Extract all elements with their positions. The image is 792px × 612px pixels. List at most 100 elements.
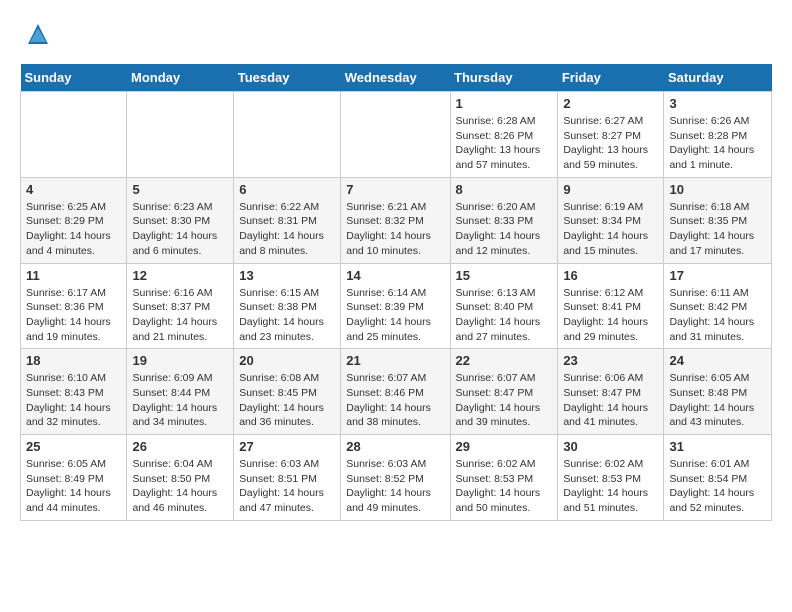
calendar-week-1: 1 Sunrise: 6:28 AM Sunset: 8:26 PM Daylig… <box>21 92 772 178</box>
day-info: Sunrise: 6:09 AM Sunset: 8:44 PM Dayligh… <box>132 371 228 430</box>
day-info: Sunrise: 6:02 AM Sunset: 8:53 PM Dayligh… <box>563 457 658 516</box>
day-number: 14 <box>346 268 444 283</box>
day-info: Sunrise: 6:05 AM Sunset: 8:48 PM Dayligh… <box>669 371 766 430</box>
calendar-cell: 31 Sunrise: 6:01 AM Sunset: 8:54 PM Dayli… <box>664 435 772 521</box>
calendar-cell: 21 Sunrise: 6:07 AM Sunset: 8:46 PM Dayli… <box>341 349 450 435</box>
day-number: 3 <box>669 96 766 111</box>
calendar-cell: 6 Sunrise: 6:22 AM Sunset: 8:31 PM Daylig… <box>234 177 341 263</box>
calendar-cell: 25 Sunrise: 6:05 AM Sunset: 8:49 PM Dayli… <box>21 435 127 521</box>
day-number: 18 <box>26 353 121 368</box>
day-number: 7 <box>346 182 444 197</box>
calendar-cell: 12 Sunrise: 6:16 AM Sunset: 8:37 PM Dayli… <box>127 263 234 349</box>
calendar-cell <box>127 92 234 178</box>
calendar-cell: 20 Sunrise: 6:08 AM Sunset: 8:45 PM Dayli… <box>234 349 341 435</box>
calendar-cell: 23 Sunrise: 6:06 AM Sunset: 8:47 PM Dayli… <box>558 349 664 435</box>
day-number: 22 <box>456 353 553 368</box>
day-number: 27 <box>239 439 335 454</box>
calendar-cell: 1 Sunrise: 6:28 AM Sunset: 8:26 PM Daylig… <box>450 92 558 178</box>
calendar-cell: 22 Sunrise: 6:07 AM Sunset: 8:47 PM Dayli… <box>450 349 558 435</box>
calendar-cell: 14 Sunrise: 6:14 AM Sunset: 8:39 PM Dayli… <box>341 263 450 349</box>
day-number: 6 <box>239 182 335 197</box>
calendar-cell: 17Sunrise: 6:11 AM Sunset: 8:42 PM Dayli… <box>664 263 772 349</box>
day-info: Sunrise: 6:13 AM Sunset: 8:40 PM Dayligh… <box>456 286 553 345</box>
day-info: Sunrise: 6:03 AM Sunset: 8:51 PM Dayligh… <box>239 457 335 516</box>
day-info: Sunrise: 6:10 AM Sunset: 8:43 PM Dayligh… <box>26 371 121 430</box>
calendar-cell: 7 Sunrise: 6:21 AM Sunset: 8:32 PM Daylig… <box>341 177 450 263</box>
calendar-cell: 30 Sunrise: 6:02 AM Sunset: 8:53 PM Dayli… <box>558 435 664 521</box>
calendar-cell: 4 Sunrise: 6:25 AM Sunset: 8:29 PM Daylig… <box>21 177 127 263</box>
day-number: 16 <box>563 268 658 283</box>
calendar-cell: 13Sunrise: 6:15 AM Sunset: 8:38 PM Dayli… <box>234 263 341 349</box>
calendar-week-5: 25 Sunrise: 6:05 AM Sunset: 8:49 PM Dayli… <box>21 435 772 521</box>
day-info: Sunrise: 6:17 AM Sunset: 8:36 PM Dayligh… <box>26 286 121 345</box>
day-info: Sunrise: 6:07 AM Sunset: 8:47 PM Dayligh… <box>456 371 553 430</box>
day-number: 30 <box>563 439 658 454</box>
day-number: 21 <box>346 353 444 368</box>
calendar-cell <box>341 92 450 178</box>
weekday-header-saturday: Saturday <box>664 64 772 92</box>
day-info: Sunrise: 6:23 AM Sunset: 8:30 PM Dayligh… <box>132 200 228 259</box>
day-number: 31 <box>669 439 766 454</box>
calendar-cell: 9 Sunrise: 6:19 AM Sunset: 8:34 PM Daylig… <box>558 177 664 263</box>
calendar-cell <box>234 92 341 178</box>
day-info: Sunrise: 6:26 AM Sunset: 8:28 PM Dayligh… <box>669 114 766 173</box>
day-info: Sunrise: 6:21 AM Sunset: 8:32 PM Dayligh… <box>346 200 444 259</box>
day-info: Sunrise: 6:20 AM Sunset: 8:33 PM Dayligh… <box>456 200 553 259</box>
weekday-header-sunday: Sunday <box>21 64 127 92</box>
day-info: Sunrise: 6:27 AM Sunset: 8:27 PM Dayligh… <box>563 114 658 173</box>
day-number: 10 <box>669 182 766 197</box>
day-info: Sunrise: 6:11 AM Sunset: 8:42 PM Dayligh… <box>669 286 766 345</box>
calendar-week-3: 11Sunrise: 6:17 AM Sunset: 8:36 PM Dayli… <box>21 263 772 349</box>
day-number: 8 <box>456 182 553 197</box>
page-header <box>20 20 772 48</box>
day-info: Sunrise: 6:14 AM Sunset: 8:39 PM Dayligh… <box>346 286 444 345</box>
day-number: 1 <box>456 96 553 111</box>
day-number: 23 <box>563 353 658 368</box>
calendar-cell: 8 Sunrise: 6:20 AM Sunset: 8:33 PM Daylig… <box>450 177 558 263</box>
day-number: 4 <box>26 182 121 197</box>
weekday-header-thursday: Thursday <box>450 64 558 92</box>
day-info: Sunrise: 6:03 AM Sunset: 8:52 PM Dayligh… <box>346 457 444 516</box>
calendar-table: SundayMondayTuesdayWednesdayThursdayFrid… <box>20 64 772 521</box>
day-info: Sunrise: 6:22 AM Sunset: 8:31 PM Dayligh… <box>239 200 335 259</box>
day-info: Sunrise: 6:07 AM Sunset: 8:46 PM Dayligh… <box>346 371 444 430</box>
day-info: Sunrise: 6:19 AM Sunset: 8:34 PM Dayligh… <box>563 200 658 259</box>
calendar-cell: 5 Sunrise: 6:23 AM Sunset: 8:30 PM Daylig… <box>127 177 234 263</box>
calendar-cell: 15 Sunrise: 6:13 AM Sunset: 8:40 PM Dayli… <box>450 263 558 349</box>
day-info: Sunrise: 6:16 AM Sunset: 8:37 PM Dayligh… <box>132 286 228 345</box>
day-info: Sunrise: 6:28 AM Sunset: 8:26 PM Dayligh… <box>456 114 553 173</box>
calendar-week-4: 18 Sunrise: 6:10 AM Sunset: 8:43 PM Dayli… <box>21 349 772 435</box>
day-number: 29 <box>456 439 553 454</box>
day-info: Sunrise: 6:08 AM Sunset: 8:45 PM Dayligh… <box>239 371 335 430</box>
calendar-header-row: SundayMondayTuesdayWednesdayThursdayFrid… <box>21 64 772 92</box>
day-info: Sunrise: 6:25 AM Sunset: 8:29 PM Dayligh… <box>26 200 121 259</box>
day-number: 15 <box>456 268 553 283</box>
day-number: 9 <box>563 182 658 197</box>
day-number: 5 <box>132 182 228 197</box>
weekday-header-monday: Monday <box>127 64 234 92</box>
calendar-cell: 27 Sunrise: 6:03 AM Sunset: 8:51 PM Dayli… <box>234 435 341 521</box>
calendar-cell: 26 Sunrise: 6:04 AM Sunset: 8:50 PM Dayli… <box>127 435 234 521</box>
day-number: 25 <box>26 439 121 454</box>
day-info: Sunrise: 6:06 AM Sunset: 8:47 PM Dayligh… <box>563 371 658 430</box>
calendar-cell: 10Sunrise: 6:18 AM Sunset: 8:35 PM Dayli… <box>664 177 772 263</box>
calendar-cell: 28Sunrise: 6:03 AM Sunset: 8:52 PM Dayli… <box>341 435 450 521</box>
day-info: Sunrise: 6:01 AM Sunset: 8:54 PM Dayligh… <box>669 457 766 516</box>
weekday-header-friday: Friday <box>558 64 664 92</box>
calendar-week-2: 4 Sunrise: 6:25 AM Sunset: 8:29 PM Daylig… <box>21 177 772 263</box>
day-number: 20 <box>239 353 335 368</box>
weekday-header-wednesday: Wednesday <box>341 64 450 92</box>
logo <box>20 20 52 48</box>
day-number: 12 <box>132 268 228 283</box>
day-info: Sunrise: 6:12 AM Sunset: 8:41 PM Dayligh… <box>563 286 658 345</box>
day-info: Sunrise: 6:04 AM Sunset: 8:50 PM Dayligh… <box>132 457 228 516</box>
calendar-cell: 18 Sunrise: 6:10 AM Sunset: 8:43 PM Dayli… <box>21 349 127 435</box>
day-info: Sunrise: 6:02 AM Sunset: 8:53 PM Dayligh… <box>456 457 553 516</box>
calendar-cell: 24Sunrise: 6:05 AM Sunset: 8:48 PM Dayli… <box>664 349 772 435</box>
calendar-cell: 29 Sunrise: 6:02 AM Sunset: 8:53 PM Dayli… <box>450 435 558 521</box>
day-number: 2 <box>563 96 658 111</box>
day-number: 26 <box>132 439 228 454</box>
day-info: Sunrise: 6:15 AM Sunset: 8:38 PM Dayligh… <box>239 286 335 345</box>
day-info: Sunrise: 6:05 AM Sunset: 8:49 PM Dayligh… <box>26 457 121 516</box>
calendar-cell: 19Sunrise: 6:09 AM Sunset: 8:44 PM Dayli… <box>127 349 234 435</box>
